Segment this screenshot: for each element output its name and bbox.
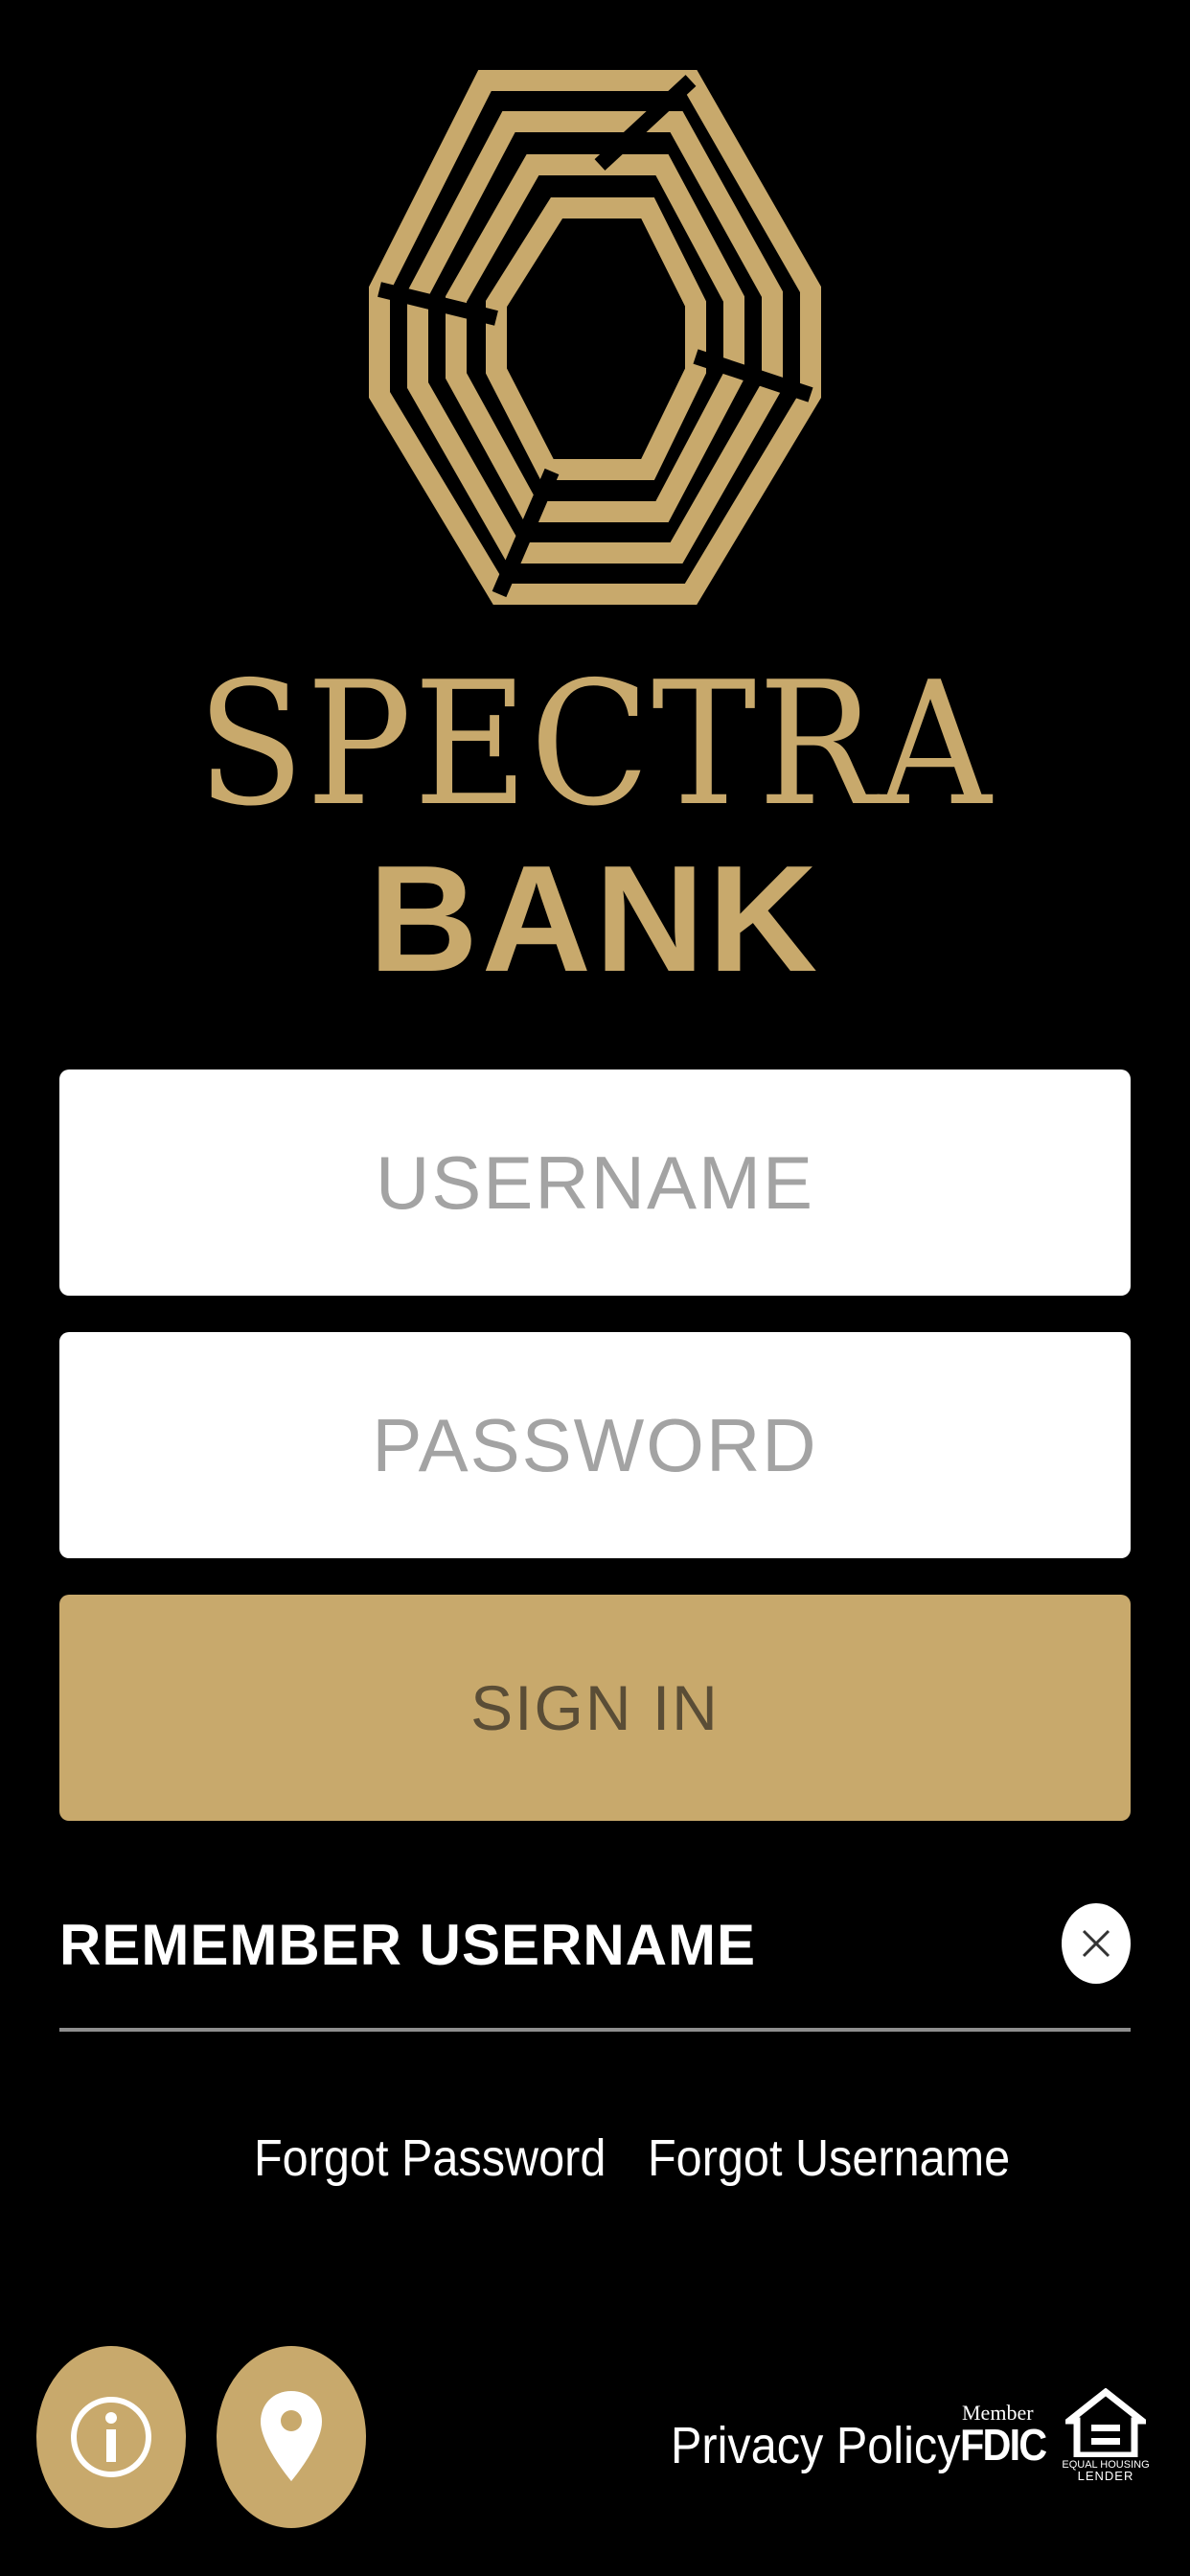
info-icon	[71, 2397, 151, 2477]
remember-username-toggle[interactable]	[1062, 1903, 1131, 1984]
remember-username-label: REMEMBER USERNAME	[59, 1913, 757, 1977]
lender-text: LENDER	[1077, 2469, 1134, 2483]
location-pin-icon	[261, 2391, 322, 2481]
username-input[interactable]	[59, 1070, 1131, 1296]
forgot-password-link[interactable]: Forgot Password	[254, 2120, 606, 2196]
remember-username-row: REMEMBER USERNAME	[59, 1878, 1131, 2032]
spectra-logo-icon	[369, 70, 821, 605]
equal-housing-lender-logo: EQUAL HOUSING LENDER	[1059, 2387, 1153, 2484]
forgot-username-link[interactable]: Forgot Username	[648, 2120, 1010, 2196]
bank-name-line1: SPECTRA	[196, 645, 994, 843]
info-button[interactable]	[36, 2346, 186, 2528]
fdic-text: FDIC	[960, 2420, 1047, 2470]
privacy-policy-link[interactable]: Privacy Policy	[671, 2407, 960, 2484]
equal-housing-house-icon	[1059, 2387, 1153, 2459]
fdic-member-logo: Member FDIC	[958, 2402, 1047, 2470]
bank-name-line2: BANK	[368, 835, 822, 1003]
account-recovery-links: Forgot Password Forgot Username	[0, 2120, 1190, 2196]
close-icon	[1082, 1929, 1110, 1958]
password-input[interactable]	[59, 1332, 1131, 1558]
location-button[interactable]	[217, 2346, 366, 2528]
sign-in-button[interactable]: SIGN IN	[59, 1595, 1131, 1821]
